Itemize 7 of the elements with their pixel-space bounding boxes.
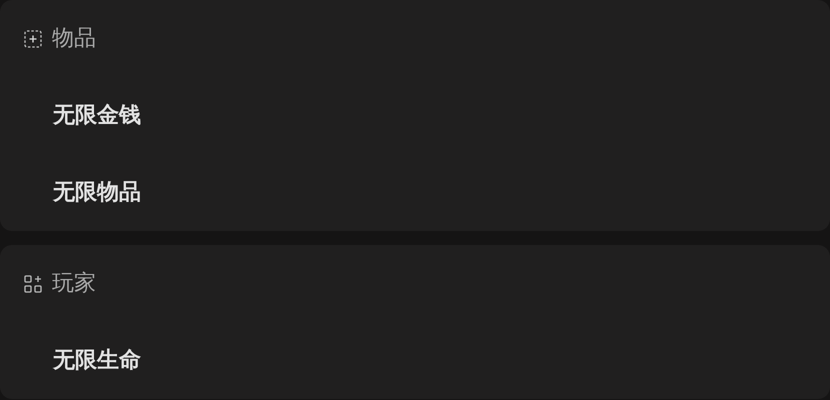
dashed-plus-icon	[24, 30, 42, 48]
section-title: 物品	[52, 25, 96, 53]
apps-plus-icon	[24, 274, 42, 292]
section-title: 玩家	[52, 270, 96, 298]
cheat-option[interactable]: 无限物品	[53, 176, 141, 209]
cheat-option[interactable]: 无限生命	[53, 344, 141, 377]
cheat-option[interactable]: 无限金钱	[53, 99, 141, 132]
